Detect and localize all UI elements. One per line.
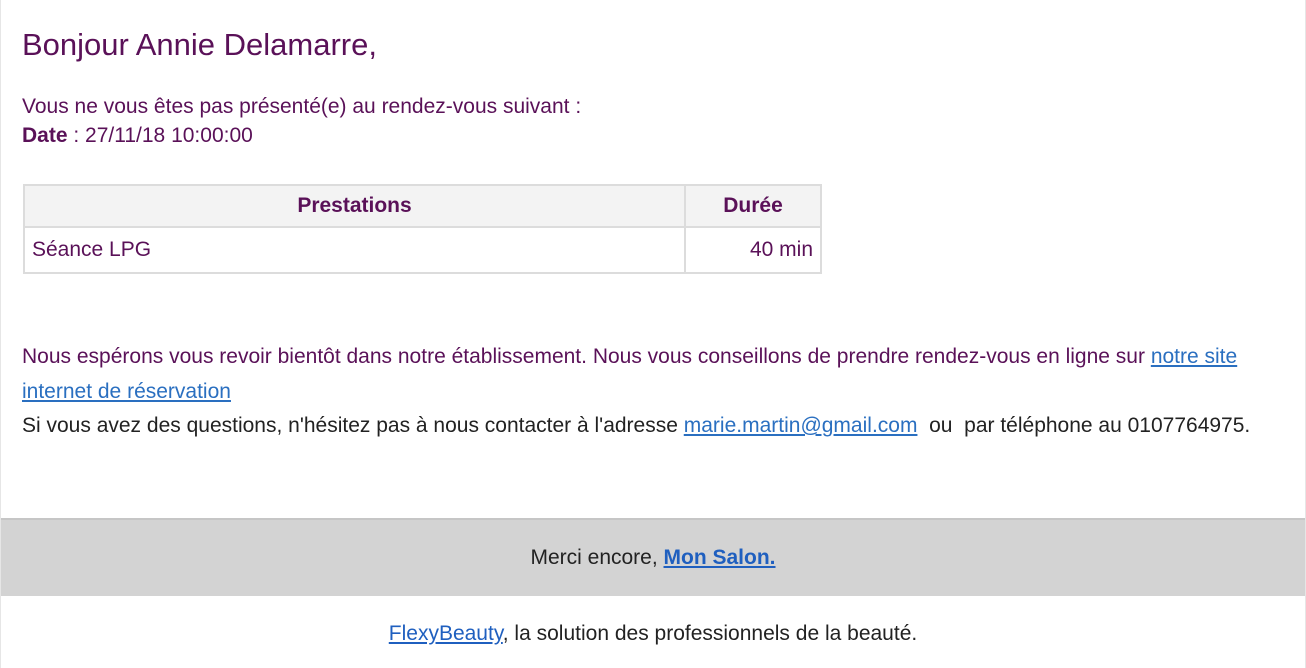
closing-text: Nous espérons vous revoir bientôt dans n…	[22, 345, 1151, 368]
date-value: 27/11/18 10:00:00	[85, 124, 253, 147]
greeting-heading: Bonjour Annie Delamarre,	[22, 27, 377, 62]
service-cell: Séance LPG	[23, 226, 686, 274]
contact-paragraph: Si vous avez des questions, n'hésitez pa…	[22, 409, 1272, 443]
table-header-row: Prestations Durée	[23, 184, 822, 228]
date-label: Date	[22, 124, 68, 147]
contact-email-link[interactable]: marie.martin@gmail.com	[684, 414, 918, 437]
salon-link[interactable]: Mon Salon.	[664, 546, 776, 569]
flexybeauty-link[interactable]: FlexyBeauty	[389, 622, 503, 645]
header-duree: Durée	[684, 184, 822, 228]
header-prestations: Prestations	[23, 184, 686, 228]
table-row: Séance LPG 40 min	[23, 226, 822, 274]
closing-paragraph: Nous espérons vous revoir bientôt dans n…	[22, 339, 1277, 409]
missed-appointment-text: Vous ne vous êtes pas présenté(e) au ren…	[22, 95, 582, 118]
footer: FlexyBeauty, la solution des professionn…	[1, 596, 1305, 668]
thanks-text: Merci encore,	[530, 546, 664, 569]
contact-phone-text: ou par téléphone au 0107764975.	[917, 414, 1251, 437]
contact-text: Si vous avez des questions, n'hésitez pa…	[22, 414, 684, 437]
footer-tagline: , la solution des professionnels de la b…	[502, 622, 918, 645]
thanks-band: Merci encore, Mon Salon.	[1, 518, 1305, 596]
duration-cell: 40 min	[684, 226, 822, 274]
date-separator: :	[67, 124, 86, 147]
services-table: Prestations Durée Séance LPG 40 min	[23, 184, 822, 274]
email-page: Bonjour Annie Delamarre, Vous ne vous êt…	[0, 0, 1306, 668]
appointment-date: Date : 27/11/18 10:00:00	[22, 121, 253, 151]
